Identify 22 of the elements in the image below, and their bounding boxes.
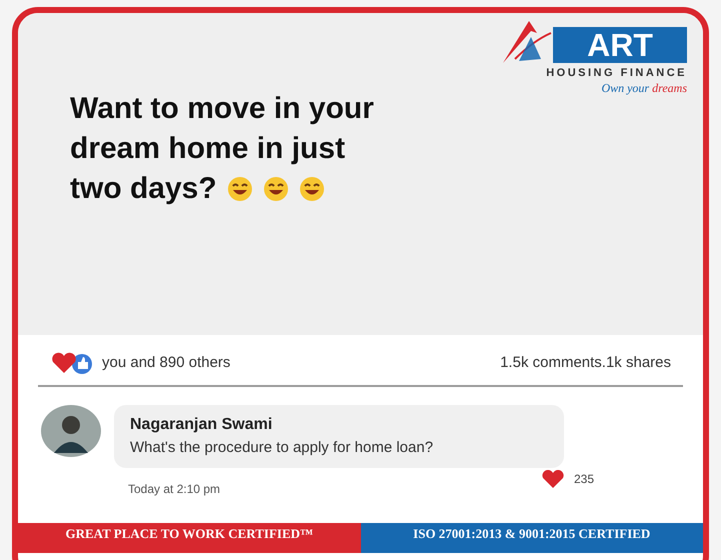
post-stats: 1.5k comments.1k shares: [500, 352, 671, 373]
reaction-icons: [50, 351, 94, 375]
comment-text: What's the procedure to apply for home loan?: [130, 438, 434, 458]
logo-roof-icon: [501, 19, 553, 63]
comment-like-count: 235: [574, 470, 594, 488]
headline-text: dream home in just: [70, 131, 346, 167]
logo-name: ART: [553, 27, 687, 63]
certification-banner: GREAT PLACE TO WORK CERTIFIED™: [18, 522, 360, 552]
smiling-emoji-icon: [262, 176, 289, 202]
logo-tagline: Own your: [601, 82, 650, 94]
comment-time: Today at 2:10 pm: [128, 480, 220, 498]
reactions-text: you and 890 others: [102, 352, 230, 373]
comment-author: Nagaranjan Swami: [130, 415, 274, 435]
smiling-emoji-icon: [226, 176, 253, 202]
headline-text: Want to move in your: [70, 91, 374, 127]
headline-text: two days?: [70, 171, 217, 207]
heart-icon: [542, 470, 564, 488]
logo-subtitle: HOUSING FINANCE: [546, 66, 687, 81]
logo-tagline-accent: dreams: [652, 82, 687, 94]
smiling-emoji-icon: [298, 176, 325, 202]
certification-banner: ISO 27001:2013 & 9001:2015 CERTIFIED: [360, 522, 703, 552]
avatar-icon: [40, 405, 102, 457]
